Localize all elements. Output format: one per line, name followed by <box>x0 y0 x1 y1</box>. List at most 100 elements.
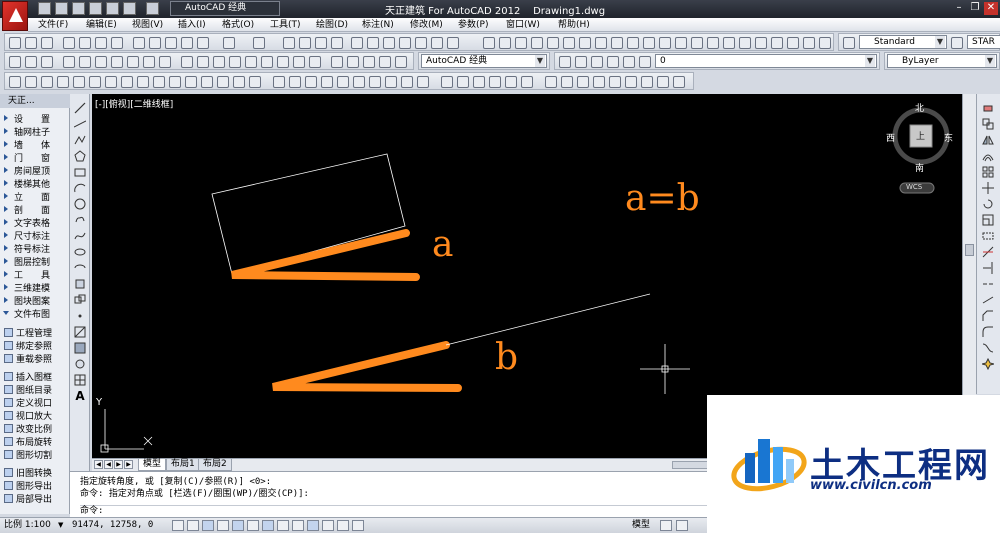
panel-item-stairs[interactable]: 楼梯其他 <box>4 179 50 192</box>
t2-x-icon[interactable] <box>385 76 397 88</box>
tool-n-icon[interactable] <box>691 37 703 49</box>
spline-icon[interactable] <box>74 230 86 242</box>
t2-r-icon[interactable] <box>289 76 301 88</box>
panel-item-tools[interactable]: 工 具 <box>4 270 50 283</box>
annotation-scale[interactable]: 比例 1:100 <box>4 518 51 533</box>
t2-b-icon[interactable] <box>25 76 37 88</box>
text-style-select[interactable]: Standard ▼ <box>859 35 947 49</box>
tool-convert-old[interactable]: 旧图转换 <box>4 468 52 481</box>
mtext-icon[interactable]: A <box>74 390 86 402</box>
t2-w-icon[interactable] <box>369 76 381 88</box>
extend-icon[interactable] <box>982 262 994 274</box>
viewcube-north[interactable]: 北 <box>915 101 924 114</box>
undo-toolbar-icon[interactable] <box>223 37 235 49</box>
tch-d-icon[interactable] <box>63 56 75 68</box>
menu-draw[interactable]: 绘图(D) <box>316 19 348 31</box>
panel-item-wall[interactable]: 墙 体 <box>4 140 50 153</box>
t2-s-icon[interactable] <box>305 76 317 88</box>
tool-change-scale[interactable]: 改变比例 <box>4 424 52 437</box>
quickcalc-icon[interactable] <box>431 37 443 49</box>
t2-al-icon[interactable] <box>625 76 637 88</box>
markup-icon[interactable] <box>415 37 427 49</box>
redo-toolbar-icon[interactable] <box>253 37 265 49</box>
dim-style-select[interactable]: STAR <box>967 35 1000 49</box>
viewcube-west[interactable]: 西 <box>886 131 895 144</box>
tool-i-icon[interactable] <box>611 37 623 49</box>
sheet-set-icon[interactable] <box>399 37 411 49</box>
transparency-button[interactable] <box>322 520 334 531</box>
t2-m-icon[interactable] <box>201 76 213 88</box>
menu-format[interactable]: 格式(O) <box>222 19 254 31</box>
layer-manager-icon[interactable] <box>559 56 571 68</box>
menu-help[interactable]: 帮助(H) <box>558 19 590 31</box>
explode-icon[interactable] <box>982 358 994 370</box>
tool-b-icon[interactable] <box>499 37 511 49</box>
dyn-input-button[interactable] <box>292 520 304 531</box>
t2-h-icon[interactable] <box>121 76 133 88</box>
wcs-menu[interactable]: WCS <box>906 183 922 191</box>
construction-line-icon[interactable] <box>74 118 86 130</box>
menu-window[interactable]: 窗口(W) <box>506 19 540 31</box>
layer-state-icon[interactable] <box>575 56 587 68</box>
cut-icon[interactable] <box>133 37 145 49</box>
open-file-icon[interactable] <box>25 37 37 49</box>
t2-aa-icon[interactable] <box>441 76 453 88</box>
tool-export[interactable]: 图形导出 <box>4 481 52 494</box>
panel-item-blocks[interactable]: 图块图案 <box>4 296 50 309</box>
save-as-icon[interactable] <box>89 2 102 15</box>
t2-j-icon[interactable] <box>153 76 165 88</box>
tool-l-icon[interactable] <box>659 37 671 49</box>
menu-dimension[interactable]: 标注(N) <box>362 19 394 31</box>
tool-u-icon[interactable] <box>803 37 815 49</box>
gradient-icon[interactable] <box>74 342 86 354</box>
lineweight-button[interactable] <box>307 520 319 531</box>
panel-item-layer[interactable]: 图层控制 <box>4 257 50 270</box>
mirror-icon[interactable] <box>982 134 994 146</box>
panel-item-symbol[interactable]: 符号标注 <box>4 244 50 257</box>
color-select[interactable]: ByLayer ▼ <box>887 54 997 68</box>
tool-palettes-icon[interactable] <box>383 37 395 49</box>
quick-properties-button[interactable] <box>337 520 349 531</box>
t2-ai-icon[interactable] <box>577 76 589 88</box>
tool-project-manage[interactable]: 工程管理 <box>4 328 52 341</box>
tch-e-icon[interactable] <box>79 56 91 68</box>
selection-cycling-button[interactable] <box>352 520 364 531</box>
tch-c-icon[interactable] <box>41 56 53 68</box>
match-properties-icon[interactable] <box>181 37 193 49</box>
rectangle-icon[interactable] <box>74 166 86 178</box>
ortho-mode-button[interactable] <box>202 520 214 531</box>
tool-v-icon[interactable] <box>819 37 831 49</box>
new-icon[interactable] <box>38 2 51 15</box>
t2-ae-icon[interactable] <box>505 76 517 88</box>
t2-d-icon[interactable] <box>57 76 69 88</box>
panel-item-doors[interactable]: 门 窗 <box>4 153 50 166</box>
t2-am-icon[interactable] <box>641 76 653 88</box>
3d-print-icon[interactable] <box>111 37 123 49</box>
t2-ah-icon[interactable] <box>561 76 573 88</box>
menu-insert[interactable]: 插入(I) <box>178 19 206 31</box>
t2-p-icon[interactable] <box>249 76 261 88</box>
t2-y-icon[interactable] <box>401 76 413 88</box>
tch-h-icon[interactable] <box>127 56 139 68</box>
minimize-button[interactable]: – <box>952 2 966 15</box>
light-bulb-icon[interactable] <box>591 56 603 68</box>
workspace-dropdown[interactable]: AutoCAD 经典 ▼ <box>421 54 547 68</box>
scroll-thumb[interactable] <box>965 244 974 256</box>
tool-bind-xref[interactable]: 绑定参照 <box>4 341 52 354</box>
t2-a-icon[interactable] <box>9 76 21 88</box>
t2-ak-icon[interactable] <box>609 76 621 88</box>
t2-v-icon[interactable] <box>353 76 365 88</box>
panel-item-3d[interactable]: 三维建模 <box>4 283 50 296</box>
chamfer-icon[interactable] <box>982 310 994 322</box>
viewcube-top[interactable]: 上 <box>916 129 925 142</box>
panel-item-elevation[interactable]: 立 面 <box>4 192 50 205</box>
t2-ao-icon[interactable] <box>673 76 685 88</box>
t2-f-icon[interactable] <box>89 76 101 88</box>
restore-button[interactable]: ❐ <box>968 2 982 15</box>
break-icon[interactable] <box>982 278 994 290</box>
tool-c-icon[interactable] <box>515 37 527 49</box>
t2-ac-icon[interactable] <box>473 76 485 88</box>
move-icon[interactable] <box>982 182 994 194</box>
first-tab-icon[interactable]: ◀ <box>94 460 103 469</box>
tch-s-icon[interactable] <box>309 56 321 68</box>
